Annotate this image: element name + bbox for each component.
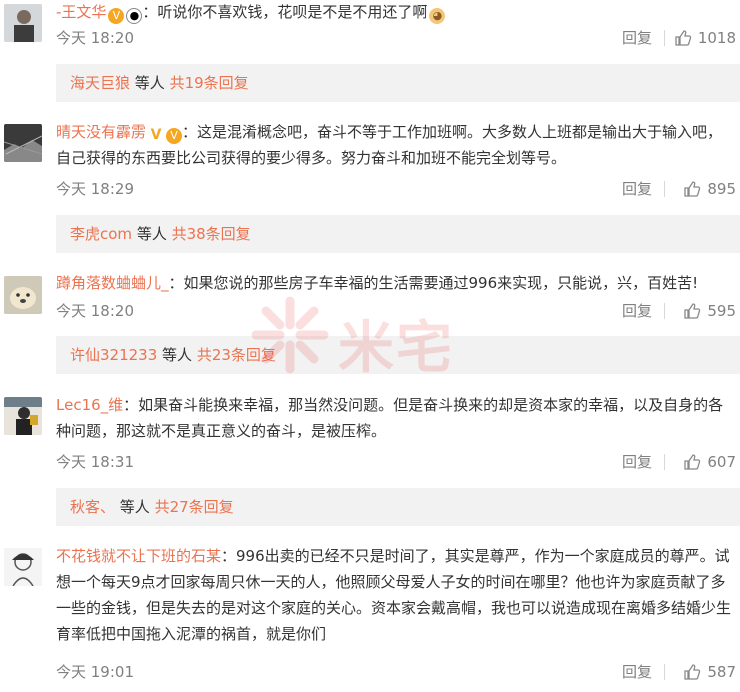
- vip-badge-icon: V: [108, 8, 125, 24]
- reply-user[interactable]: 秋客、: [70, 498, 115, 516]
- like-button[interactable]: 595: [683, 299, 736, 323]
- reply-button[interactable]: 回复: [622, 26, 652, 50]
- avatar[interactable]: [4, 548, 42, 586]
- reply-count-link[interactable]: 共23条回复: [197, 346, 276, 364]
- comment-time: 今天 18:31: [56, 453, 134, 471]
- reply-button[interactable]: 回复: [622, 450, 652, 474]
- like-count: 895: [707, 180, 736, 198]
- reply-summary[interactable]: 李虎com 等人 共38条回复: [56, 215, 740, 253]
- thumbs-up-icon: [684, 664, 701, 680]
- user-name[interactable]: 蹲角落数蛐蛐儿_: [56, 274, 169, 292]
- like-button[interactable]: 587: [683, 660, 736, 684]
- reply-button[interactable]: 回复: [622, 660, 652, 684]
- like-count: 1018: [697, 29, 736, 47]
- reply-summary[interactable]: 秋客、 等人 共27条回复: [56, 488, 740, 526]
- comment-meta: 今天 18:29 回复 895: [56, 177, 736, 201]
- divider: [664, 664, 665, 680]
- comment-time: 今天 18:20: [56, 302, 134, 320]
- comment-body: ：如果您说的那些房子车幸福的生活需要通过996来实现，只能说，兴，百姓苦!: [168, 274, 699, 292]
- reply-count-link[interactable]: 共27条回复: [155, 498, 234, 516]
- comment-text: Lec16_维：如果奋斗能换来幸福，那当然没问题。但是奋斗换来的却是资本家的幸福…: [56, 392, 734, 444]
- panda-emoji-icon: ●: [126, 8, 143, 24]
- comment-meta: 今天 18:31 回复 607: [56, 450, 736, 474]
- comment-text: 不花钱就不让下班的石某：996出卖的已经不只是时间了，其实是尊严，作为一个家庭成…: [56, 543, 734, 647]
- user-name[interactable]: -王文华: [56, 3, 106, 21]
- like-button[interactable]: 1018: [674, 26, 736, 50]
- avatar[interactable]: [4, 276, 42, 314]
- reply-user[interactable]: 海天巨狼: [70, 74, 130, 92]
- avatar[interactable]: [4, 397, 42, 435]
- thumbs-up-icon: [684, 181, 701, 197]
- reply-user[interactable]: 许仙321233: [70, 346, 157, 364]
- comment-text: 晴天没有霹雳 V V ：这是混淆概念吧，奋斗不等于工作加班啊。大多数人上班都是输出大于…: [56, 119, 734, 171]
- user-name[interactable]: Lec16_维: [56, 396, 123, 414]
- thumbs-up-icon: [684, 454, 701, 470]
- user-name[interactable]: 晴天没有霹雳: [56, 123, 146, 141]
- like-button[interactable]: 895: [683, 177, 736, 201]
- comment-meta: 今天 18:20 回复 1018: [56, 26, 736, 50]
- reply-etc-label: 等人: [130, 74, 170, 92]
- comment-time: 今天 18:29: [56, 180, 134, 198]
- comment-text: -王文华 V ● ：听说你不喜欢钱，花呗是不是不用还了啊 ◕: [56, 0, 734, 25]
- comment-body: ：听说你不喜欢钱，花呗是不是不用还了啊: [142, 3, 428, 21]
- reply-button[interactable]: 回复: [622, 177, 652, 201]
- reply-summary[interactable]: 许仙321233 等人 共23条回复: [56, 336, 740, 374]
- like-count: 595: [707, 302, 736, 320]
- reply-etc-label: 等人: [132, 225, 172, 243]
- like-count: 607: [707, 453, 736, 471]
- doge-emoji-icon: ◕: [429, 8, 446, 24]
- reply-count-link[interactable]: 共19条回复: [170, 74, 249, 92]
- avatar[interactable]: [4, 4, 42, 42]
- divider: [664, 30, 665, 46]
- thumbs-up-icon: [684, 303, 701, 319]
- divider: [664, 454, 665, 470]
- reply-button[interactable]: 回复: [622, 299, 652, 323]
- reply-summary[interactable]: 海天巨狼 等人 共19条回复: [56, 64, 740, 102]
- comment-text: 蹲角落数蛐蛐儿_：如果您说的那些房子车幸福的生活需要通过996来实现，只能说，兴…: [56, 270, 734, 296]
- divider: [664, 303, 665, 319]
- reply-user[interactable]: 李虎com: [70, 225, 132, 243]
- thumbs-up-icon: [675, 30, 692, 46]
- like-count: 587: [707, 663, 736, 681]
- vip-badge-icon: V: [166, 128, 183, 144]
- user-name[interactable]: 不花钱就不让下班的石某: [56, 547, 221, 565]
- divider: [664, 181, 665, 197]
- reply-count-link[interactable]: 共38条回复: [172, 225, 251, 243]
- comment-time: 今天 18:20: [56, 29, 134, 47]
- reply-etc-label: 等人: [115, 498, 155, 516]
- comment-time: 今天 19:01: [56, 663, 134, 681]
- comment-meta: 今天 19:01 回复 587: [56, 660, 736, 684]
- comment-meta: 今天 18:20 回复 595: [56, 299, 736, 323]
- avatar[interactable]: [4, 124, 42, 162]
- like-button[interactable]: 607: [683, 450, 736, 474]
- comment-body: ：如果奋斗能换来幸福，那当然没问题。但是奋斗换来的却是资本家的幸福，以及自身的各…: [56, 396, 724, 440]
- verified-v-icon: V: [150, 127, 162, 143]
- reply-etc-label: 等人: [157, 346, 197, 364]
